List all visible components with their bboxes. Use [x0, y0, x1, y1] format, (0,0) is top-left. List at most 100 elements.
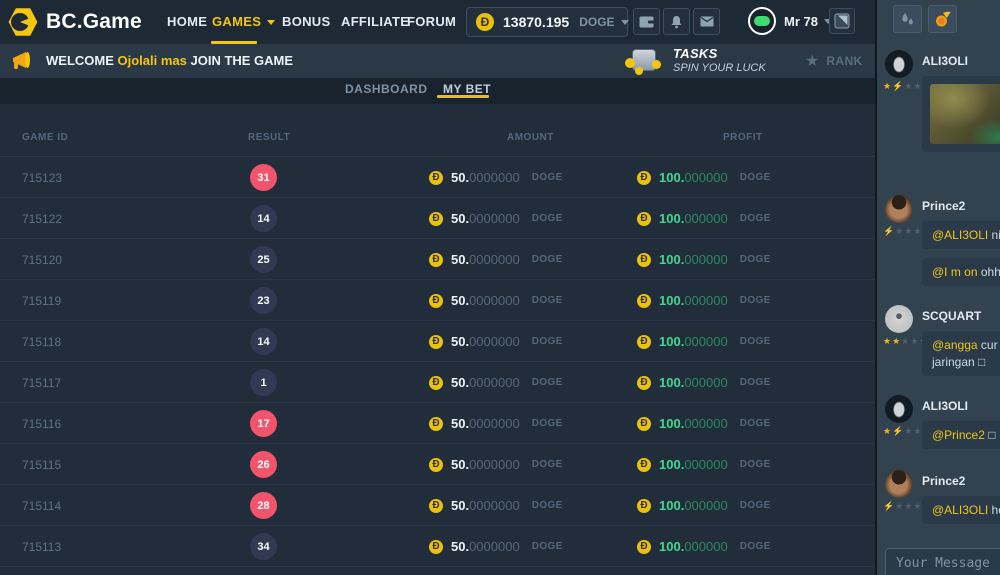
doge-coin-icon	[637, 171, 651, 185]
currency-label: DOGE	[740, 377, 771, 388]
table-row[interactable]: 715123 31 50.0000000DOGE 100.000000DOGE	[0, 157, 875, 198]
table-row[interactable]: 715115 26 50.0000000DOGE 100.000000DOGE	[0, 444, 875, 485]
nav-games[interactable]: GAMES	[212, 0, 275, 44]
rain-button[interactable]	[893, 5, 922, 33]
game-id: 715117	[22, 376, 61, 390]
doge-coin-icon	[637, 335, 651, 349]
table-row[interactable]: 715122 14 50.0000000DOGE 100.000000DOGE	[0, 198, 875, 239]
bet-amount: 50.0000000DOGE	[429, 403, 563, 444]
currency-label: DOGE	[532, 500, 563, 511]
bet-amount: 50.0000000DOGE	[429, 239, 563, 280]
currency-label: DOGE	[740, 500, 771, 511]
tasks-title: TASKS	[673, 46, 766, 61]
panel-toggle-icon	[834, 13, 850, 29]
chat-username[interactable]: ALI3OLI	[922, 54, 968, 68]
table-row[interactable]: 715120 25 50.0000000DOGE 100.000000DOGE	[0, 239, 875, 280]
mention[interactable]: @I m on	[932, 265, 981, 279]
doge-coin-icon	[429, 171, 443, 185]
chevron-down-icon	[621, 20, 629, 25]
chat-image-bubble[interactable]	[922, 76, 1000, 152]
chat-bubble[interactable]: @I m on ohh	[922, 258, 1000, 286]
chat-photo	[930, 84, 1000, 144]
table-row[interactable]: 715113 34 50.0000000DOGE 100.000000DOGE	[0, 526, 875, 567]
user-menu[interactable]: Mr 78	[748, 7, 832, 35]
table-header: GAME ID RESULT AMOUNT PROFIT	[0, 104, 875, 157]
avatar[interactable]	[885, 50, 913, 78]
mention[interactable]: @angga	[932, 338, 981, 352]
chat-toggle-button[interactable]	[829, 8, 855, 34]
chat-username[interactable]: Prince2	[922, 474, 965, 488]
table-row[interactable]: 715114 28 50.0000000DOGE 100.000000DOGE	[0, 485, 875, 526]
chat-bubble[interactable]: @ALI3OLI ho	[922, 496, 1000, 524]
tab-dashboard[interactable]: DASHBOARD	[345, 78, 428, 104]
doge-coin-icon	[429, 253, 443, 267]
table-row[interactable]: 715117 1 50.0000000DOGE 100.000000DOGE	[0, 362, 875, 403]
welcome-username: Ojolali mas	[118, 53, 187, 68]
table-row[interactable]: 715116 17 50.0000000DOGE 100.000000DOGE	[0, 403, 875, 444]
chat-username[interactable]: Prince2	[922, 199, 965, 213]
coindrop-button[interactable]	[928, 5, 957, 33]
tasks-shortcut[interactable]: TASKS SPIN YOUR LUCK	[625, 46, 766, 74]
doge-coin-icon	[429, 417, 443, 431]
currency-label: DOGE	[740, 172, 771, 183]
chat-username[interactable]: ALI3OLI	[922, 399, 968, 413]
doge-coin-icon	[637, 212, 651, 226]
top-navbar: BC.Game HOME GAMES BONUS AFFILIATE FORUM…	[0, 0, 875, 44]
doge-coin-icon	[429, 335, 443, 349]
chat-bubble[interactable]: @Prince2 □	[922, 421, 1000, 449]
avatar[interactable]	[885, 470, 913, 498]
game-id: 715114	[22, 499, 61, 513]
mention[interactable]: @ALI3OLI	[932, 503, 992, 517]
nav-forum[interactable]: FORUM	[407, 0, 456, 44]
tab-my-bet[interactable]: MY BET	[443, 78, 491, 104]
nav-bonus[interactable]: BONUS	[282, 0, 330, 44]
table-row[interactable]: 715118 14 50.0000000DOGE 100.000000DOGE	[0, 321, 875, 362]
currency-label: DOGE	[740, 295, 771, 306]
chat-bubble[interactable]: @angga cur jaringan □	[922, 331, 1000, 376]
bet-profit: 100.000000DOGE	[637, 239, 771, 280]
avatar[interactable]	[885, 195, 913, 223]
avatar[interactable]	[885, 305, 913, 333]
nav-affiliate[interactable]: AFFILIATE	[341, 0, 409, 44]
balance-selector[interactable]: 13870.195 DOGE	[466, 7, 628, 37]
chat-username[interactable]: SCQUART	[922, 309, 981, 323]
bet-profit: 100.000000DOGE	[637, 362, 771, 403]
mention[interactable]: @ALI3OLI	[932, 228, 992, 242]
col-result: RESULT	[248, 132, 290, 143]
result-badge: 14	[250, 205, 277, 232]
mail-button[interactable]	[693, 8, 720, 35]
doge-coin-icon	[637, 417, 651, 431]
avatar[interactable]	[885, 395, 913, 423]
bet-amount: 50.0000000DOGE	[429, 198, 563, 239]
tasks-subtitle: SPIN YOUR LUCK	[673, 62, 766, 74]
chat-sidebar: ★⚡★★★ ALI3OLI ⚡★★★★ Prince2 @ALI3OLI ni …	[877, 0, 1000, 575]
doge-coin-icon	[429, 212, 443, 226]
result-badge: 1	[250, 369, 277, 396]
nav-home[interactable]: HOME	[167, 0, 207, 44]
bet-amount: 50.0000000DOGE	[429, 526, 563, 567]
username-label: Mr 78	[784, 14, 818, 29]
table-row[interactable]: 715119 23 50.0000000DOGE 100.000000DOGE	[0, 280, 875, 321]
tabs-bar: DASHBOARD MY BET	[0, 78, 875, 104]
mention[interactable]: @Prince2	[932, 428, 988, 442]
chat-message-input[interactable]	[885, 548, 1000, 575]
brand-logo[interactable]: BC.Game	[8, 7, 142, 37]
bell-icon	[670, 15, 683, 29]
bet-profit: 100.000000DOGE	[637, 526, 771, 567]
col-game-id: GAME ID	[22, 132, 68, 143]
megaphone-icon	[10, 51, 32, 71]
doge-coin-icon	[429, 458, 443, 472]
result-badge: 31	[250, 164, 277, 191]
result-badge: 17	[250, 410, 277, 437]
welcome-banner: WELCOME Ojolali mas JOIN THE GAME TASKS …	[0, 44, 875, 78]
game-id: 715123	[22, 171, 62, 185]
result-badge: 23	[250, 287, 277, 314]
currency-label: DOGE	[532, 418, 563, 429]
rank-shortcut[interactable]: RANK	[805, 44, 863, 78]
treasure-chest-icon	[625, 46, 661, 74]
wallet-button[interactable]	[633, 8, 660, 35]
notifications-button[interactable]	[663, 8, 690, 35]
game-id: 715113	[22, 540, 61, 554]
chat-bubble[interactable]: @ALI3OLI ni	[922, 221, 1000, 249]
star-icon	[805, 51, 819, 71]
